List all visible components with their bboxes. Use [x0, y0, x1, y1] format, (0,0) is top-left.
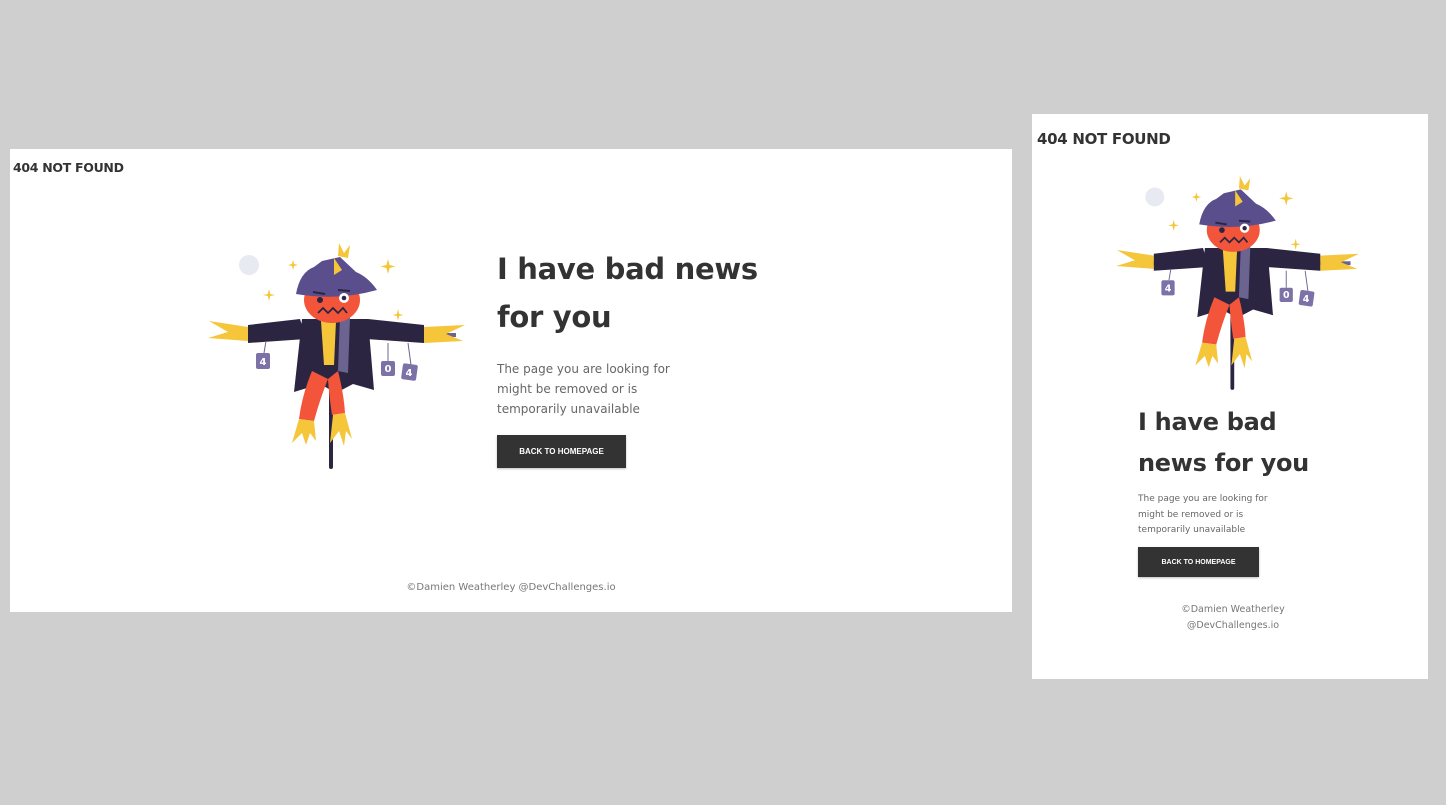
- sign-digit: 4: [260, 357, 267, 368]
- error-message: The page you are looking for might be re…: [1138, 494, 1268, 535]
- sparkle-icon: [1191, 192, 1202, 202]
- brand-title: 404 NOT FOUND: [13, 160, 124, 175]
- sparkle-icon: [1290, 238, 1301, 250]
- brand-title: 404 NOT FOUND: [1037, 130, 1171, 148]
- sign-digit: 4: [406, 368, 413, 379]
- sign-digit: 0: [385, 364, 392, 375]
- footer-credit: ©Damien Weatherley @DevChallenges.io: [1181, 604, 1285, 631]
- moon-icon: [239, 255, 259, 275]
- sign-digit: 0: [1283, 290, 1290, 301]
- footer-credit: ©Damien Weatherley @DevChallenges.io: [406, 582, 616, 593]
- sign-digit: 4: [1165, 284, 1172, 295]
- moon-icon: [1145, 187, 1165, 207]
- sparkle-icon: [1168, 219, 1180, 232]
- sparkle-icon: [392, 309, 404, 321]
- scarecrow-illustration: 4 0 4: [1116, 176, 1360, 390]
- scarecrow-illustration: 4 0 4: [208, 243, 465, 469]
- back-to-homepage-button[interactable]: BACK TO HOMEPAGE: [1138, 547, 1259, 577]
- mobile-preview: 404 NOT FOUND 4 0 4 I have bad news for …: [1032, 114, 1428, 679]
- back-to-homepage-button[interactable]: BACK TO HOMEPAGE: [497, 435, 626, 468]
- sparkle-icon: [288, 260, 298, 270]
- desktop-preview: 404 NOT FOUND 4 0 4 I have bad news for …: [10, 149, 1012, 612]
- sparkle-icon: [380, 259, 396, 274]
- error-message: The page you are looking for might be re…: [497, 362, 670, 416]
- sign-digit: 4: [1303, 294, 1310, 305]
- headline: I have bad news for you: [497, 252, 758, 334]
- sparkle-icon: [1279, 191, 1294, 206]
- sparkle-icon: [263, 289, 275, 301]
- headline: I have bad news for you: [1138, 408, 1309, 477]
